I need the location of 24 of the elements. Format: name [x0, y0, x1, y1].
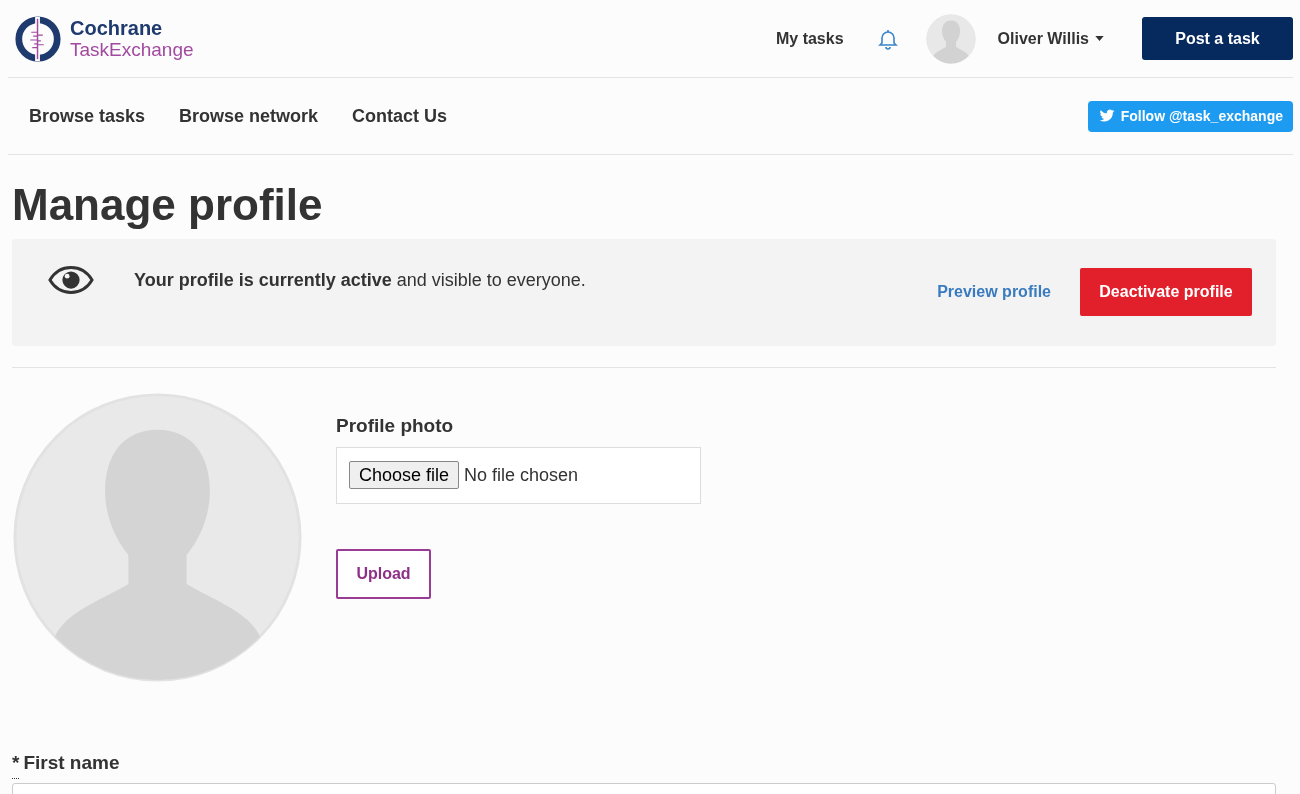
file-input[interactable]: Choose file No file chosen [336, 446, 701, 504]
nav-link[interactable]: Browse network [179, 102, 319, 130]
logo-icon [14, 14, 62, 63]
my-tasks-link[interactable]: My tasks [775, 26, 844, 51]
deactivate-profile-button[interactable]: Deactivate profile [1080, 268, 1252, 316]
choose-file-button[interactable]: Choose file [349, 461, 460, 489]
eye-icon [48, 265, 94, 295]
nav-link[interactable]: Browse tasks [29, 102, 146, 130]
preview-profile-link[interactable]: Preview profile [937, 280, 1051, 304]
page-title: Manage profile [12, 179, 324, 231]
upload-button[interactable]: Upload [336, 548, 431, 599]
user-menu[interactable]: Oliver Willis [997, 26, 1104, 51]
status-message: Your profile is currently active and visible to everyone. [134, 269, 586, 292]
required-mark: * [12, 749, 20, 779]
caret-icon [1095, 36, 1104, 41]
profile-photo-label: Profile photo [336, 414, 455, 438]
nav-link[interactable]: Contact Us [352, 102, 448, 130]
bird-icon [1097, 108, 1116, 124]
file-status: No file chosen [464, 463, 579, 487]
post-task-button[interactable]: Post a task [1142, 17, 1293, 60]
user-avatar [925, 13, 976, 64]
logo-title: Cochrane [70, 16, 164, 39]
logo-subtitle: TaskExchange [70, 38, 194, 61]
first-name-label: First name [23, 751, 120, 775]
